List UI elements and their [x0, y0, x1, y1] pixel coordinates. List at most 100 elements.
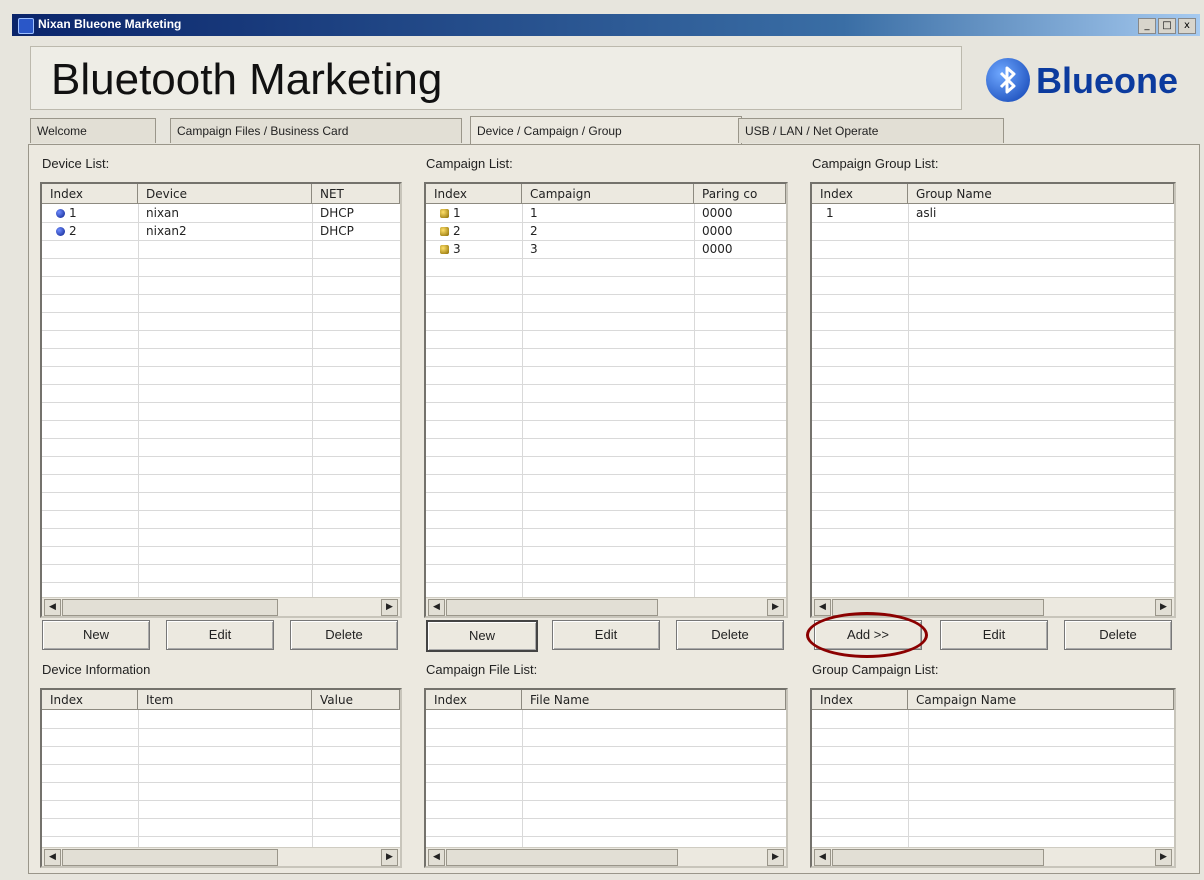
tab-welcome[interactable]: Welcome	[30, 118, 156, 143]
group-campaign-list[interactable]: Index Campaign Name ◀ ▶	[810, 688, 1176, 868]
column-header[interactable]: Campaign Name	[908, 690, 1174, 710]
device-list[interactable]: Index Device NET 1 nixan DHCP 2 nixan2 D…	[40, 182, 402, 618]
scroll-left-icon[interactable]: ◀	[428, 849, 445, 866]
scroll-thumb[interactable]	[446, 849, 678, 866]
horizontal-scrollbar[interactable]: ◀ ▶	[812, 847, 1174, 866]
logo-text: Blueone	[1036, 60, 1179, 101]
scroll-right-icon[interactable]: ▶	[767, 849, 784, 866]
column-header[interactable]: NET	[312, 184, 400, 204]
empty-row	[42, 492, 400, 511]
empty-row	[426, 510, 786, 529]
empty-row	[42, 402, 400, 421]
horizontal-scrollbar[interactable]: ◀ ▶	[426, 847, 786, 866]
empty-row	[812, 384, 1174, 403]
empty-row	[42, 474, 400, 493]
close-button[interactable]: x	[1178, 18, 1196, 34]
column-header[interactable]: Index	[812, 690, 908, 710]
device-info-list[interactable]: Index Item Value ◀ ▶	[40, 688, 402, 868]
column-header[interactable]: Index	[812, 184, 908, 204]
empty-row	[812, 782, 1174, 801]
device-new-button[interactable]: New	[42, 620, 150, 650]
column-header[interactable]: Index	[426, 184, 522, 204]
empty-row	[42, 222, 400, 241]
tab-campaign-files[interactable]: Campaign Files / Business Card	[170, 118, 462, 143]
empty-row	[426, 546, 786, 565]
empty-row	[812, 474, 1174, 493]
campaign-new-button[interactable]: New	[426, 620, 538, 652]
empty-row	[42, 348, 400, 367]
scroll-left-icon[interactable]: ◀	[44, 599, 61, 616]
campaign-file-list[interactable]: Index File Name ◀ ▶	[424, 688, 788, 868]
scroll-thumb[interactable]	[832, 849, 1044, 866]
campaign-edit-button[interactable]: Edit	[552, 620, 660, 650]
empty-row	[812, 528, 1174, 547]
empty-row	[812, 564, 1174, 583]
campaign-delete-button[interactable]: Delete	[676, 620, 784, 650]
empty-row	[812, 510, 1174, 529]
column-header[interactable]: Index	[42, 690, 138, 710]
column-header[interactable]: Device	[138, 184, 312, 204]
empty-row	[426, 492, 786, 511]
empty-row	[42, 330, 400, 349]
tab-device-campaign-group[interactable]: Device / Campaign / Group	[470, 116, 742, 145]
horizontal-scrollbar[interactable]: ◀ ▶	[42, 597, 400, 616]
maximize-button[interactable]: □	[1158, 18, 1176, 34]
horizontal-scrollbar[interactable]: ◀ ▶	[426, 597, 786, 616]
campaign-group-list[interactable]: Index Group Name 1 asli ◀ ▶	[810, 182, 1176, 618]
group-campaigns-label: Group Campaign List:	[812, 662, 939, 677]
column-header[interactable]: Campaign	[522, 184, 694, 204]
group-edit-button[interactable]: Edit	[940, 620, 1048, 650]
empty-row	[42, 456, 400, 475]
campaign-list[interactable]: Index Campaign Paring co 1 1 0000 2 2 00…	[424, 182, 788, 618]
scroll-left-icon[interactable]: ◀	[814, 599, 831, 616]
scroll-left-icon[interactable]: ◀	[44, 849, 61, 866]
column-header[interactable]: Index	[426, 690, 522, 710]
empty-row	[812, 546, 1174, 565]
device-delete-button[interactable]: Delete	[290, 620, 398, 650]
scroll-left-icon[interactable]: ◀	[814, 849, 831, 866]
empty-row	[812, 728, 1174, 747]
empty-row	[812, 800, 1174, 819]
tab-usb-lan-net[interactable]: USB / LAN / Net Operate	[738, 118, 1004, 143]
scroll-thumb[interactable]	[832, 599, 1044, 616]
empty-row	[426, 818, 786, 837]
scroll-thumb[interactable]	[62, 599, 278, 616]
empty-row	[42, 728, 400, 747]
column-header[interactable]: Value	[312, 690, 400, 710]
empty-row	[426, 258, 786, 277]
minimize-button[interactable]: _	[1138, 18, 1156, 34]
scroll-right-icon[interactable]: ▶	[381, 599, 398, 616]
column-header[interactable]: File Name	[522, 690, 786, 710]
empty-row	[42, 710, 400, 729]
scroll-right-icon[interactable]: ▶	[1155, 849, 1172, 866]
scroll-right-icon[interactable]: ▶	[1155, 599, 1172, 616]
horizontal-scrollbar[interactable]: ◀ ▶	[42, 847, 400, 866]
empty-row	[42, 510, 400, 529]
empty-row	[42, 528, 400, 547]
column-header[interactable]: Paring co	[694, 184, 786, 204]
column-header[interactable]: Group Name	[908, 184, 1174, 204]
column-header[interactable]: Index	[42, 184, 138, 204]
device-info-label: Device Information	[42, 662, 151, 677]
scroll-right-icon[interactable]: ▶	[381, 849, 398, 866]
empty-row	[426, 474, 786, 493]
empty-row	[42, 204, 400, 223]
empty-row	[426, 384, 786, 403]
scroll-right-icon[interactable]: ▶	[767, 599, 784, 616]
group-delete-button[interactable]: Delete	[1064, 620, 1172, 650]
empty-row	[42, 818, 400, 837]
group-add-button[interactable]: Add >>	[814, 620, 922, 650]
empty-row	[812, 746, 1174, 765]
device-edit-button[interactable]: Edit	[166, 620, 274, 650]
empty-row	[812, 348, 1174, 367]
scroll-thumb[interactable]	[446, 599, 658, 616]
scroll-thumb[interactable]	[62, 849, 278, 866]
empty-row	[426, 330, 786, 349]
column-header[interactable]: Item	[138, 690, 312, 710]
banner: Bluetooth Marketing	[30, 46, 962, 110]
empty-row	[812, 420, 1174, 439]
scroll-left-icon[interactable]: ◀	[428, 599, 445, 616]
empty-row	[42, 240, 400, 259]
horizontal-scrollbar[interactable]: ◀ ▶	[812, 597, 1174, 616]
empty-row	[426, 746, 786, 765]
